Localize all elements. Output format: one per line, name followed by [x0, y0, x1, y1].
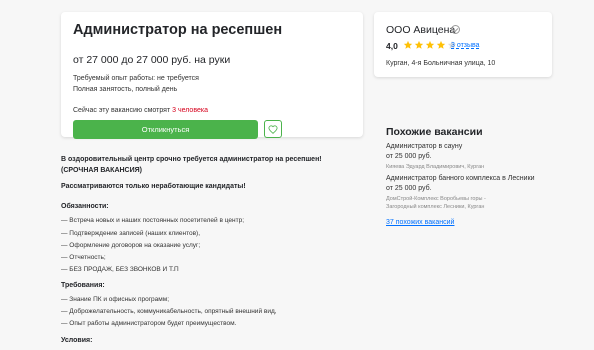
star-icon	[414, 40, 424, 49]
duty-item: — Оформление договоров на оказание услуг…	[61, 242, 201, 249]
similar-item-name[interactable]: Администратор банного комплекса в Лесник…	[386, 174, 535, 184]
reviews-link[interactable]: 3 отзыва	[451, 42, 480, 49]
similar-item[interactable]: Администратор в сауну от 25 000 руб. Кия…	[386, 142, 516, 171]
requirement-item: — Доброжелательность, коммуникабельность…	[61, 308, 277, 315]
similar-item-company: Кияева Эдуард Владимирович, Курган	[386, 164, 485, 170]
duties-heading: Обязанности:	[61, 203, 109, 210]
similar-title: Похожие вакансии	[386, 126, 483, 138]
respond-button[interactable]: Откликнуться	[73, 120, 258, 139]
employer-name[interactable]: ООО Авицена	[386, 24, 455, 36]
vacancy-employment: Полная занятость, полный день	[73, 86, 178, 93]
star-icon	[425, 40, 435, 49]
employer-card: ООО Авицена 4,0 3 отзыва Курган, 4-я Бол…	[374, 12, 552, 77]
duty-item: — Подтверждение записей (наших клиентов)…	[61, 230, 201, 237]
favorite-button[interactable]	[264, 120, 282, 138]
requirement-item: — Опыт работы администратором будет преи…	[61, 320, 237, 327]
requirements-heading: Требования:	[61, 282, 105, 289]
similar-item-salary: от 25 000 руб.	[386, 185, 432, 192]
watching-now: Сейчас эту вакансию смотрят 3 человека	[73, 107, 208, 114]
vacancy-salary: от 27 000 до 27 000 руб. на руки	[73, 54, 231, 66]
description-note: Рассматриваются только неработающие канд…	[61, 183, 246, 190]
watching-prefix: Сейчас эту вакансию смотрят	[73, 107, 173, 114]
duty-item: — БЕЗ ПРОДАЖ, БЕЗ ЗВОНКОВ И Т.П	[61, 266, 179, 273]
rating-stars	[403, 40, 457, 50]
star-icon	[403, 40, 413, 49]
similar-item-company: ДомСтрой-Комплекс Воробьевы горы - Загор…	[386, 196, 486, 210]
vacancy-title: Администратор на ресепшен	[73, 22, 283, 38]
rating-value: 4,0	[386, 41, 398, 51]
heart-icon	[268, 124, 278, 134]
vacancy-experience: Требуемый опыт работы: не требуется	[73, 75, 199, 82]
vacancy-card: Администратор на ресепшен от 27 000 до 2…	[61, 12, 363, 139]
similar-item-salary: от 25 000 руб.	[386, 153, 432, 160]
star-icon	[436, 40, 446, 49]
verified-icon	[451, 25, 460, 34]
duty-item: — Встреча новых и наших постоянных посет…	[61, 217, 244, 224]
similar-item-name[interactable]: Администратор в сауну	[386, 142, 516, 152]
conditions-heading: Условия:	[61, 337, 93, 344]
requirement-item: — Знание ПК и офисных программ;	[61, 296, 170, 303]
more-similar-link[interactable]: 37 похожих вакансий	[386, 219, 454, 226]
similar-item[interactable]: Администратор банного комплекса в Лесник…	[386, 174, 535, 211]
employer-address: Курган, 4-я Больничная улица, 10	[386, 60, 496, 67]
duty-item: — Отчетность;	[61, 254, 106, 261]
watching-count: 3 человека	[172, 107, 208, 114]
description-intro: В оздоровительный центр срочно требуется…	[61, 156, 322, 174]
